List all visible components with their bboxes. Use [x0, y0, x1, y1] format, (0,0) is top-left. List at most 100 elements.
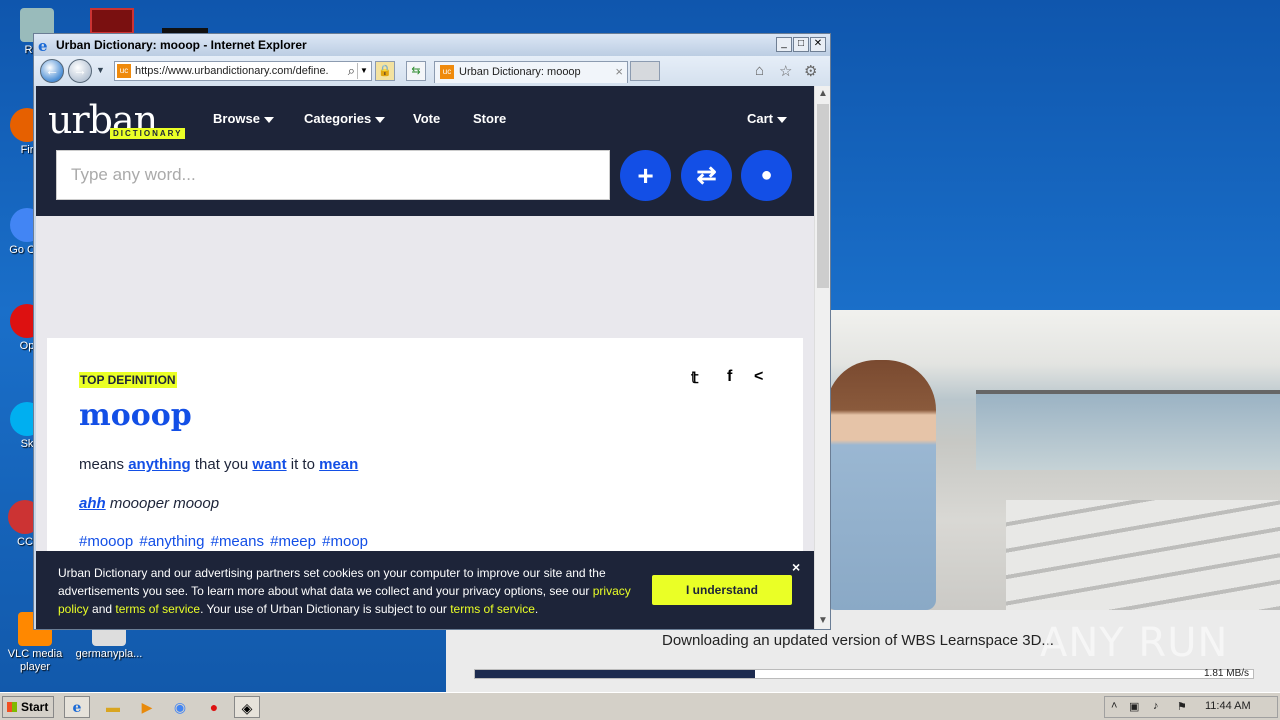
address-url[interactable]: https://www.urbandictionary.com/define. — [135, 65, 335, 77]
tab-favicon-icon: uc — [440, 65, 454, 79]
tab-close-icon[interactable]: × — [615, 64, 623, 79]
cookie-text-part: Urban Dictionary and our advertising par… — [58, 566, 606, 598]
word-link-mean[interactable]: mean — [319, 456, 358, 473]
refresh-icon[interactable]: ⇆ — [406, 61, 426, 81]
definition-tags[interactable]: #mooop #anything #means #meep #moop — [79, 533, 368, 550]
add-definition-button[interactable]: + — [620, 150, 671, 201]
meaning-text: means — [79, 456, 129, 473]
scroll-up-icon[interactable]: ▲ — [815, 86, 831, 102]
facebook-icon[interactable]: f — [727, 368, 732, 386]
definition-example: ahh moooper mooop — [79, 495, 219, 512]
start-button[interactable]: Start — [2, 696, 54, 718]
ie-icon: e — [38, 37, 48, 55]
home-icon[interactable]: ⌂ — [755, 62, 764, 79]
network-icon[interactable]: ▣ — [1129, 700, 1139, 713]
taskbar-explorer-icon[interactable]: ▬ — [100, 696, 126, 718]
forward-button[interactable]: → — [68, 59, 92, 83]
chevron-down-icon — [375, 116, 386, 123]
page-viewport: urban DICTIONARY Browse Categories Vote … — [36, 86, 814, 629]
search-input[interactable] — [56, 150, 610, 200]
urban-dictionary-logo[interactable]: urban DICTIONARY — [48, 100, 198, 144]
twitter-icon[interactable]: 𝕥 — [691, 368, 698, 388]
tab-label: Urban Dictionary: mooop — [459, 66, 581, 78]
anyrun-watermark: ANY RUN — [1040, 620, 1229, 666]
nav-browse-label: Browse — [213, 111, 260, 126]
cookie-text: Urban Dictionary and our advertising par… — [58, 564, 638, 618]
terms-of-service-link[interactable]: terms of service — [115, 602, 200, 616]
taskbar-media-player-icon[interactable]: ▶ — [134, 696, 160, 718]
download-status-text: Downloading an updated version of WBS Le… — [662, 632, 1054, 649]
action-center-flag-icon[interactable]: ⚑ — [1177, 700, 1187, 713]
clock[interactable]: 11:44 AM — [1205, 700, 1251, 712]
nav-browse[interactable]: Browse — [213, 111, 274, 126]
chevron-down-icon — [263, 116, 274, 123]
maximize-button[interactable]: □ — [793, 37, 809, 52]
browser-toolbar: ← → ▼ uc https://www.urbandictionary.com… — [34, 56, 830, 86]
definition-meaning: means anything that you want it to mean — [79, 456, 358, 473]
example-text: moooper mooop — [105, 495, 220, 512]
nav-cart-label: Cart — [747, 111, 774, 126]
volume-icon[interactable]: ♪ — [1153, 700, 1159, 712]
close-button[interactable]: ✕ — [810, 37, 826, 52]
lock-icon[interactable]: 🔒 — [375, 61, 395, 81]
taskbar-opera-icon[interactable]: ● — [201, 696, 227, 718]
meaning-text: it to — [286, 456, 320, 473]
nav-cart[interactable]: Cart — [747, 111, 788, 126]
scrollbar-thumb[interactable] — [817, 104, 829, 288]
scene-benches — [1006, 500, 1280, 610]
user-icon: ● — [760, 164, 773, 186]
cookie-close-icon[interactable]: × — [792, 559, 800, 575]
taskbar-ie-icon[interactable]: e — [64, 696, 90, 718]
site-favicon-icon: uc — [117, 64, 131, 78]
address-bar[interactable]: uc https://www.urbandictionary.com/defin… — [114, 61, 372, 81]
window-title: Urban Dictionary: mooop - Internet Explo… — [56, 38, 307, 52]
share-icon[interactable]: < — [754, 368, 763, 386]
history-dropdown-icon[interactable]: ▼ — [96, 65, 105, 75]
plus-icon: + — [637, 160, 654, 191]
scroll-down-icon[interactable]: ▼ — [815, 613, 831, 629]
nav-store[interactable]: Store — [473, 111, 506, 126]
system-tray: ˄ ▣ ♪ ⚑ 11:44 AM — [1104, 696, 1278, 718]
internet-explorer-window: e Urban Dictionary: mooop - Internet Exp… — [33, 33, 831, 630]
nav-categories-label: Categories — [304, 111, 372, 126]
word-link-ahh[interactable]: ahh — [79, 495, 106, 512]
user-account-button[interactable]: ● — [741, 150, 792, 201]
nav-vote[interactable]: Vote — [413, 111, 440, 126]
word-link-want[interactable]: want — [252, 456, 286, 473]
shuffle-icon: ⇄ — [696, 162, 717, 189]
favorites-star-icon[interactable]: ☆ — [779, 62, 792, 80]
download-progress-bar — [474, 669, 1254, 679]
window-titlebar[interactable]: e Urban Dictionary: mooop - Internet Exp… — [34, 34, 830, 56]
scene-windows — [976, 390, 1280, 470]
desktop-icon-label: VLC media player — [7, 648, 63, 673]
logo-subtitle: DICTIONARY — [110, 128, 186, 139]
nav-categories[interactable]: Categories — [304, 111, 386, 126]
desktop-icon-label: germanypla... — [75, 648, 143, 660]
acrobat-icon[interactable] — [90, 8, 134, 34]
ud-header: urban DICTIONARY Browse Categories Vote … — [36, 86, 814, 216]
taskbar: Start e ▬ ▶ ◉ ● ◈ ˄ ▣ ♪ ⚑ 11:44 AM — [0, 692, 1280, 720]
cookie-text-part: . Your use of Urban Dictionary is subjec… — [200, 602, 451, 616]
minimize-button[interactable]: _ — [776, 37, 792, 52]
definition-word[interactable]: mooop — [79, 398, 192, 433]
download-speed: 1.81 MB/s — [1204, 668, 1250, 679]
scene-person — [826, 360, 936, 610]
back-button[interactable]: ← — [40, 59, 64, 83]
taskbar-chrome-icon[interactable]: ◉ — [167, 696, 193, 718]
settings-gear-icon[interactable]: ⚙ — [804, 62, 817, 80]
tab-urban-dictionary[interactable]: uc Urban Dictionary: mooop × — [434, 61, 628, 83]
i-understand-button[interactable]: I understand — [652, 575, 792, 605]
address-dropdown-icon[interactable]: ▼ — [357, 63, 370, 79]
terms-of-service-link-2[interactable]: terms of service — [450, 602, 535, 616]
vertical-scrollbar[interactable]: ▲ ▼ — [814, 86, 830, 629]
cookie-banner: Urban Dictionary and our advertising par… — [36, 551, 814, 629]
search-icon[interactable]: ⌕ — [348, 63, 355, 79]
cookie-text-part: . — [534, 602, 539, 616]
random-word-button[interactable]: ⇄ — [681, 150, 732, 201]
download-progress-fill — [475, 670, 756, 678]
new-tab-button[interactable] — [630, 61, 660, 81]
taskbar-app-icon[interactable]: ◈ — [234, 696, 260, 718]
word-link-anything[interactable]: anything — [128, 456, 191, 473]
tray-expand-icon[interactable]: ˄ — [1111, 700, 1117, 712]
meaning-text: that you — [190, 456, 253, 473]
